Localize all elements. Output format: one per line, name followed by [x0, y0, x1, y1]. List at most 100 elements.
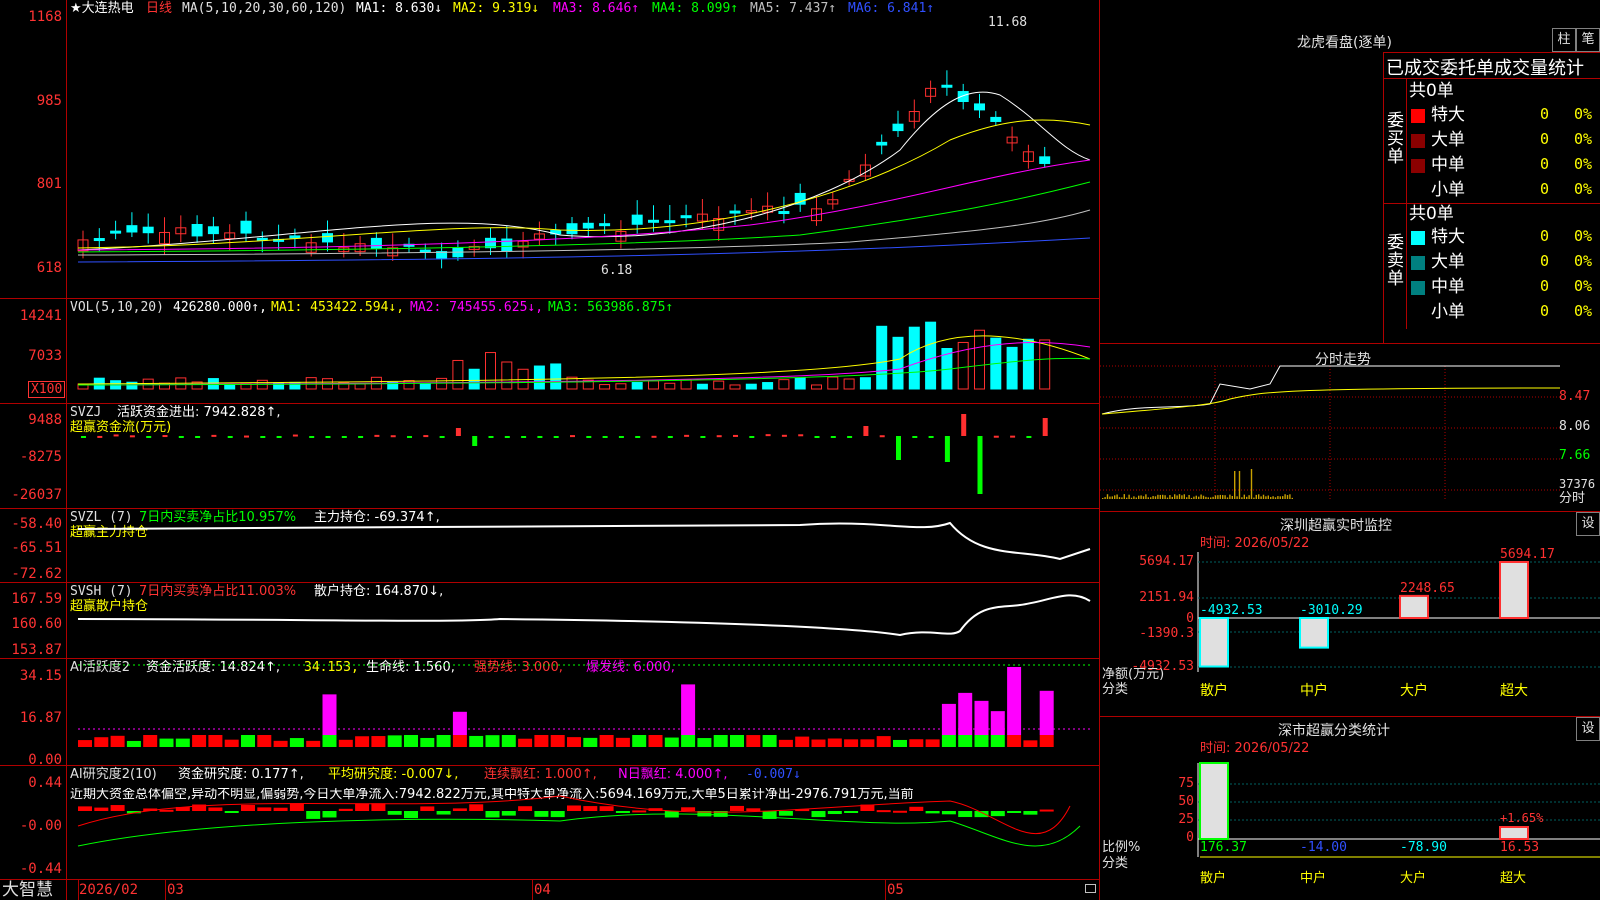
research-bar [404, 811, 418, 819]
pen-view-button[interactable]: 笔 [1576, 28, 1600, 52]
research-bar [387, 811, 402, 815]
candle-body [370, 237, 382, 249]
sell-row-percent: 0% [1574, 277, 1593, 295]
activity-base-bar [371, 736, 386, 747]
research-bar [844, 811, 859, 813]
activity-peak-bar [1039, 690, 1054, 735]
volume-bar [403, 380, 415, 390]
intraday-volume-bar [1255, 494, 1257, 499]
activity-base-bar [387, 735, 402, 747]
volume-bar [501, 361, 513, 390]
stat-value-retail: 176.37 [1200, 840, 1247, 855]
intraday-volume-bar [1118, 497, 1121, 499]
volume-panel[interactable]: VOL(5,10,20) 426280.000↑, MA1: 453422.59… [0, 299, 1099, 403]
flow-bar [244, 435, 249, 438]
flow-bar [423, 435, 429, 438]
intraday-panel[interactable]: 分时走势 8.47 8.06 7.66 37376 分时 [1100, 344, 1600, 511]
intraday-axis-5: 分时 [1559, 491, 1586, 506]
intraday-volume-bar [1224, 495, 1226, 499]
intraday-volume-bar [1207, 497, 1209, 499]
research-bar [1007, 811, 1022, 813]
stats-panel[interactable]: 深市超赢分类统计 设 时间: 2026/05/22 75 50 25 0 比例%… [1100, 717, 1600, 900]
volume-bar [859, 377, 871, 390]
buy-row-percent: 0% [1574, 105, 1593, 123]
volume-bar [1006, 346, 1018, 390]
lock-icon[interactable] [1085, 884, 1096, 893]
research-bar [958, 811, 973, 818]
trade-tabs[interactable]: 已成交委托单成交量统计 [1386, 54, 1584, 80]
buy-row-count: 0 [1540, 105, 1550, 123]
intraday-volume-bar [1123, 494, 1125, 499]
volume-bar [550, 363, 562, 390]
monitor-panel[interactable]: 深圳超赢实时监控 设 时间: 2026/05/22 5694.17 2151.9… [1100, 512, 1600, 716]
activity-peak-bar [941, 703, 956, 735]
date-label-apr: 04 [534, 882, 551, 898]
volume-bar [729, 384, 741, 390]
flow-bar [455, 428, 461, 436]
research-bar [925, 811, 940, 814]
research-bar [224, 811, 239, 813]
intraday-volume-bar [1198, 496, 1200, 499]
activity-base-bar [1039, 735, 1054, 747]
research-bar [338, 808, 353, 811]
svzl-panel[interactable]: SVZL (7) 7日内买卖净占比10.957% 主力持仓: -69.374↑,… [0, 509, 1099, 582]
research-bar [241, 805, 255, 811]
research-bar [518, 806, 533, 811]
stat-value-mid: -14.00 [1300, 840, 1347, 855]
flow-bar [977, 436, 983, 494]
intraday-volume-bar [1205, 496, 1207, 499]
ai-active-panel[interactable]: AI活跃度2 资金活跃度: 14.824↑, 34.153, 生命线: 1.56… [0, 659, 1099, 768]
stat-label-retail: 散户 [1200, 871, 1227, 886]
sell-row-percent: 0% [1574, 252, 1593, 270]
intraday-volume-bar [1274, 497, 1277, 499]
research-bar [289, 803, 304, 811]
svsh-panel[interactable]: SVSH (7) 7日内买卖净占比11.003% 散户持仓: 164.870↓,… [0, 583, 1099, 658]
intraday-volume-bar [1133, 496, 1135, 499]
sell-row-name: 特大 [1431, 227, 1465, 247]
monitor-bar-label: 大户 [1400, 682, 1428, 699]
activity-base-bar [175, 738, 190, 747]
price-panel[interactable]: ★大连热电 日线 MA(5,10,20,30,60,120) MA1: 8.63… [0, 0, 1099, 298]
flow-bar [521, 436, 527, 438]
research-line-green [77, 813, 1081, 847]
svsh-line [77, 594, 1091, 637]
activity-base-bar [420, 737, 435, 747]
flow-bar [129, 435, 135, 438]
research-bar [567, 805, 581, 811]
svzl-line [77, 521, 1091, 561]
brand-label: 大智慧 [2, 880, 53, 900]
candlestick-chart[interactable] [0, 0, 1099, 298]
intraday-volume-bar [1270, 496, 1272, 499]
activity-base-bar [257, 735, 272, 747]
intraday-volume-bar [1248, 495, 1250, 499]
activity-base-bar [974, 735, 989, 747]
flow-bar [749, 436, 755, 438]
intraday-volume-bar [1142, 496, 1145, 499]
research-bar [273, 807, 288, 811]
ai-research-panel[interactable]: AI研究度2(10) 资金研究度: 0.177↑, 平均研究度: -0.007↓… [0, 766, 1099, 879]
intraday-volume-bar [1135, 497, 1137, 499]
flow-bar [847, 436, 853, 438]
intraday-volume-bar [1128, 494, 1130, 499]
intraday-volume-bar [1279, 496, 1281, 499]
activity-base-bar [958, 735, 973, 747]
research-bar [420, 806, 435, 811]
activity-base-bar [697, 738, 712, 747]
intraday-volume-bar [1265, 496, 1267, 499]
bar-view-button[interactable]: 柱 [1552, 28, 1576, 52]
activity-base-bar [143, 735, 158, 747]
intraday-volume-bar [1241, 497, 1243, 499]
intraday-volume-bar [1159, 494, 1161, 499]
svzj-panel[interactable]: SVZJ 活跃资金进出: 7942.828↑, 超赢资金流(万元) 9488 -… [0, 404, 1099, 508]
intraday-volume-bar [1246, 496, 1248, 499]
flow-bar [993, 435, 999, 438]
sell-row-count: 0 [1540, 227, 1550, 245]
volume-bar [974, 329, 985, 390]
flow-bar [1010, 435, 1016, 438]
volume-bar [680, 379, 692, 390]
intraday-volume-bar [1174, 494, 1176, 499]
flow-bar [472, 436, 478, 446]
volume-bar [1022, 338, 1034, 390]
flow-bar [325, 436, 331, 438]
intraday-avg-line [1101, 387, 1561, 415]
